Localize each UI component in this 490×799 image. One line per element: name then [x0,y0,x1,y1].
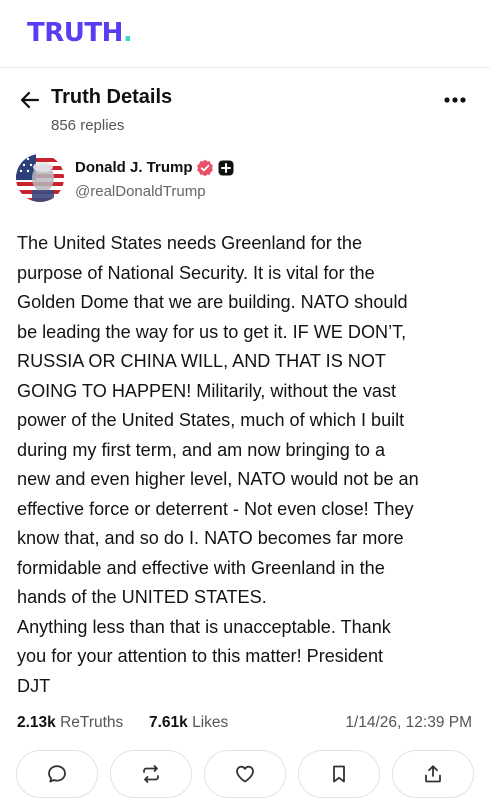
post-line: Anything less than that is unacceptable.… [17,616,391,637]
details-header: Truth Details 856 replies [0,82,490,142]
post-body: The United States needs Greenland for th… [17,229,479,701]
plus-badge-icon [218,160,234,176]
post-line: know that, and so do I. NATO becomes far… [17,528,404,548]
post-line: effective force or deterrent - Not even … [17,498,414,519]
top-bar: TRUTH. [0,0,490,68]
post-line: formidable and effective with Greenland … [17,557,385,578]
post-line: during my first term, and am now bringin… [17,439,386,460]
share-icon [425,765,441,783]
retruths-count: 2.13k [17,714,56,731]
author-row: Donald J. Trump @realDonaldTrump [0,152,490,212]
logo-dot: . [122,18,133,48]
action-bar [0,748,490,799]
avatar[interactable] [16,154,64,202]
post-line: Golden Dome that we are building. NATO s… [17,292,408,312]
retruths-label: ReTruths [60,714,124,731]
retruth-icon [143,765,159,783]
retruth-button[interactable] [110,750,192,798]
post-line: The United States needs Greenland for th… [17,233,363,253]
post-line: hands of the UNITED STATES. [17,587,267,607]
post-stats: 2.13k ReTruths 7.61k Likes 1/14/26, 12:3… [17,714,477,736]
post-line: DJT [17,675,51,696]
post-line: purpose of National Security. It is vita… [17,262,375,283]
like-button[interactable] [204,750,286,798]
author-name[interactable]: Donald J. Trump [75,159,193,176]
post-line: GOING TO HAPPEN! Militarily, without the… [17,380,397,401]
post-line: be leading the way for us to get it. IF … [17,321,407,342]
bookmark-icon [333,765,345,783]
post-line: power of the United States, much of whic… [17,410,405,430]
more-horizontal-icon [444,97,466,103]
post-timestamp: 1/14/26, 12:39 PM [345,714,472,731]
likes-stat[interactable]: 7.61k Likes [149,714,228,732]
author-handle[interactable]: @realDonaldTrump [75,183,206,200]
replies-count[interactable]: 856 replies [51,117,124,134]
share-button[interactable] [392,750,474,798]
arrow-left-icon [20,91,40,109]
post-line: new and even higher level, NATO would no… [17,469,419,489]
reply-icon [48,765,66,783]
post-line: you for your attention to this matter! P… [17,646,384,666]
post-line: RUSSIA OR CHINA WILL, AND THAT IS NOT [17,351,386,371]
back-button[interactable] [18,88,42,112]
like-icon [236,765,254,783]
reply-button[interactable] [16,750,98,798]
more-options-button[interactable] [440,90,470,110]
retruths-stat[interactable]: 2.13k ReTruths [17,714,123,732]
likes-label: Likes [192,714,229,731]
page-title: Truth Details [51,86,173,108]
truth-logo[interactable]: TRUTH. [27,18,133,48]
logo-text: TRUTH [27,18,123,48]
bookmark-button[interactable] [298,750,380,798]
verified-badge-icon [196,159,214,177]
likes-count: 7.61k [149,714,188,731]
